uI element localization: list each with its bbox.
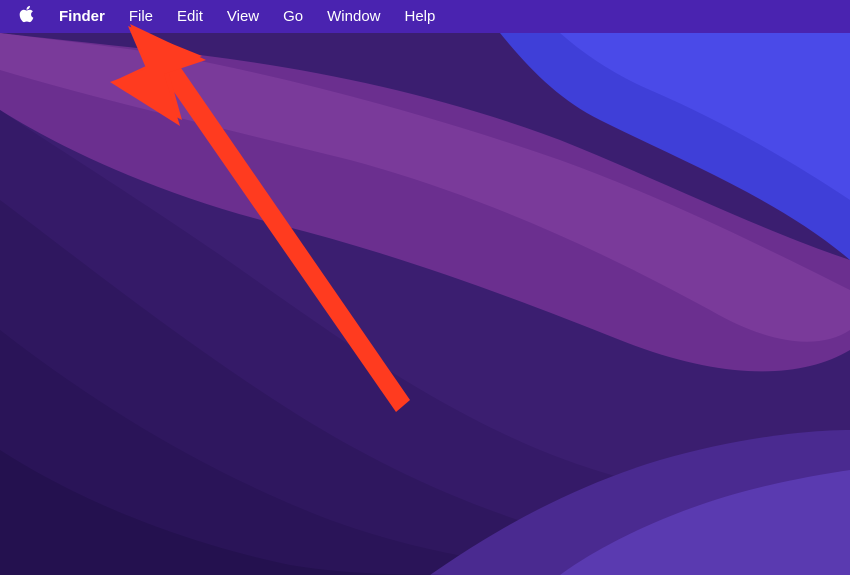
desktop[interactable]: Finder File Edit View Go Window Help <box>0 0 850 575</box>
apple-logo-icon <box>18 4 35 29</box>
menubar-item-window[interactable]: Window <box>315 0 392 33</box>
menubar-item-file[interactable]: File <box>117 0 165 33</box>
menubar-item-go[interactable]: Go <box>271 0 315 33</box>
desktop-wallpaper <box>0 0 850 575</box>
menubar-item-help[interactable]: Help <box>393 0 448 33</box>
menubar-item-edit[interactable]: Edit <box>165 0 215 33</box>
menubar-item-view[interactable]: View <box>215 0 271 33</box>
apple-menu[interactable] <box>18 0 45 33</box>
menubar-app-name[interactable]: Finder <box>45 0 117 33</box>
menubar: Finder File Edit View Go Window Help <box>0 0 850 33</box>
